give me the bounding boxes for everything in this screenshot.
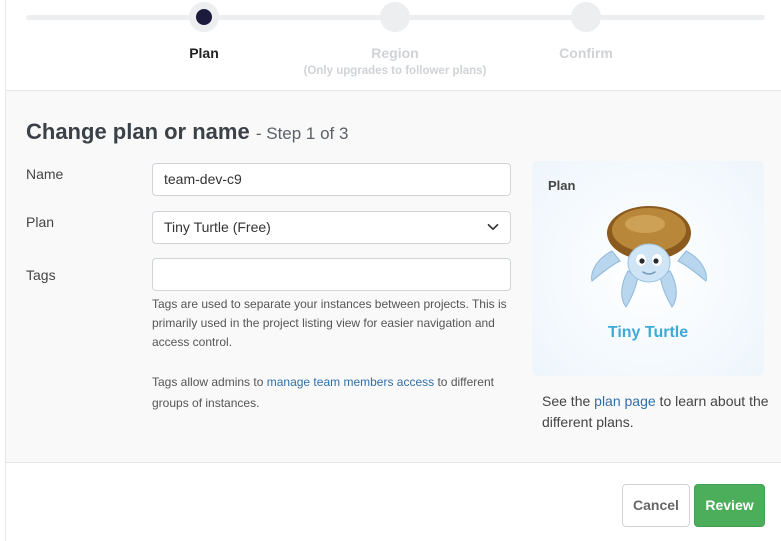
turtle-icon (591, 206, 707, 308)
tags-help-text: Tags are used to separate your instances… (152, 297, 507, 349)
step-plan: Plan (104, 0, 304, 61)
step-plan-label: Plan (189, 45, 219, 61)
plan-note: See the plan page to learn about the dif… (542, 391, 772, 433)
plan-card-label: Plan (548, 178, 576, 193)
tags-admin-text: Tags allow admins to manage team members… (152, 372, 514, 414)
plan-note-prefix: See the (542, 393, 595, 409)
name-field[interactable]: team-dev-c9 (152, 163, 511, 196)
cancel-button[interactable]: Cancel (622, 484, 690, 527)
name-label: Name (26, 166, 64, 182)
page-title-text: Change plan or name (26, 119, 250, 144)
step-region: Region (Only upgrades to follower plans) (295, 0, 495, 77)
plan-card: Plan Tiny Turtle (532, 161, 764, 376)
change-plan-form: Change plan or name - Step 1 of 3 Name t… (6, 90, 781, 463)
plan-select[interactable]: Tiny Turtle (Free) (152, 211, 511, 244)
step-confirm-label: Confirm (559, 45, 613, 61)
plan-card-name: Tiny Turtle (607, 324, 689, 341)
plan-label: Plan (26, 214, 55, 230)
tags-label: Tags (26, 267, 56, 283)
step-region-label: Region (371, 45, 419, 61)
manage-team-access-link[interactable]: manage team members access (267, 375, 434, 389)
step-confirm-dot (571, 2, 601, 32)
name-field-value: team-dev-c9 (164, 171, 242, 187)
tags-field[interactable] (152, 258, 511, 291)
step-indicator: - Step 1 of 3 (255, 124, 349, 143)
step-region-dot (380, 2, 410, 32)
stepper: Plan Region (Only upgrades to follower p… (6, 0, 781, 90)
review-button[interactable]: Review (694, 484, 765, 527)
chevron-down-icon (487, 223, 499, 231)
tags-admin-prefix: Tags allow admins to (152, 375, 267, 389)
page-title: Change plan or name - Step 1 of 3 (26, 119, 348, 145)
step-plan-dot (189, 2, 219, 32)
step-region-subtitle: (Only upgrades to follower plans) (303, 65, 487, 77)
plan-select-value: Tiny Turtle (Free) (164, 219, 271, 235)
step-confirm: Confirm (486, 0, 686, 61)
plan-page-link[interactable]: plan page (594, 393, 656, 409)
